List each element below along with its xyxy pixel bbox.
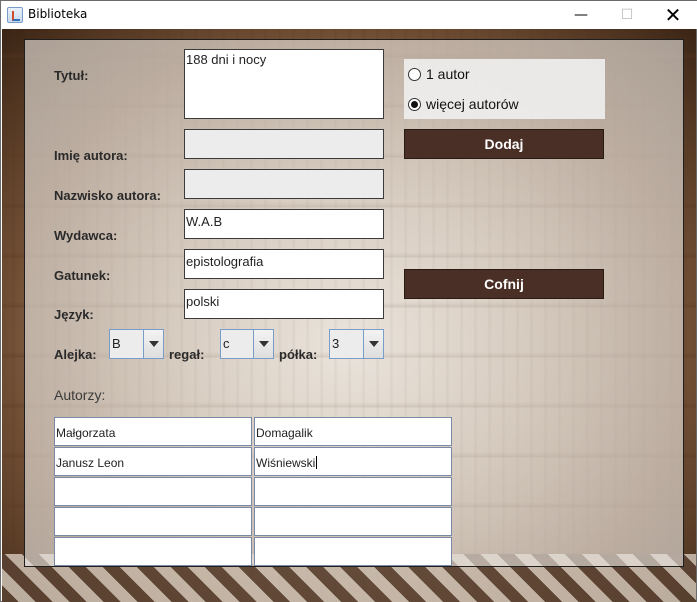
author-last-name-cell-editing[interactable]: Wiśniewski: [254, 447, 452, 476]
radio-one-author[interactable]: 1 autor: [408, 63, 470, 85]
shelf-combo[interactable]: 3: [329, 329, 384, 359]
close-button[interactable]: ✕: [650, 1, 696, 29]
radio-one-author-label: 1 autor: [426, 66, 470, 82]
aisle-combo[interactable]: B: [109, 329, 164, 359]
java-app-icon: [7, 7, 23, 23]
chevron-down-icon[interactable]: [143, 330, 163, 358]
author-last-name-cell[interactable]: Domagalik: [254, 417, 452, 446]
shelf-value: 3: [332, 336, 340, 351]
author-last-name-cell[interactable]: [254, 537, 452, 566]
chevron-down-icon[interactable]: [253, 330, 273, 358]
author-last-name-cell[interactable]: [254, 477, 452, 506]
window-title: Biblioteka: [28, 7, 88, 21]
author-first-name-cell[interactable]: [54, 477, 252, 506]
author-first-name-cell[interactable]: [54, 507, 252, 536]
authors-mode-group: 1 autor więcej autorów: [404, 59, 605, 119]
library-background: Tytuł: 188 dni i nocy Imię autora: Nazwi…: [2, 29, 696, 602]
radio-one-author-indicator[interactable]: [408, 67, 421, 81]
radio-many-authors[interactable]: więcej autorów: [408, 93, 519, 115]
authors-label: Autorzy:: [54, 387, 106, 403]
last-name-field[interactable]: [184, 169, 384, 199]
minimize-button[interactable]: —: [558, 1, 604, 29]
publisher-field[interactable]: W.A.B: [184, 209, 384, 239]
shelf-unit-value: c: [223, 336, 230, 351]
publisher-label: Wydawca:: [54, 228, 118, 243]
genre-label: Gatunek:: [54, 268, 111, 283]
aisle-value: B: [112, 336, 121, 351]
text-caret: [316, 456, 318, 469]
title-textarea[interactable]: 188 dni i nocy: [184, 49, 384, 119]
radio-many-authors-indicator[interactable]: [408, 97, 421, 111]
author-first-name-cell[interactable]: Małgorzata: [54, 417, 252, 446]
maximize-button[interactable]: ☐: [604, 1, 650, 29]
shelf-unit-label: regał:: [169, 347, 205, 362]
add-button[interactable]: Dodaj: [404, 129, 604, 159]
author-last-name-cell[interactable]: [254, 507, 452, 536]
radio-many-authors-label: więcej autorów: [426, 96, 519, 112]
first-name-field[interactable]: [184, 129, 384, 159]
first-name-label: Imię autora:: [54, 148, 128, 163]
app-window: Biblioteka — ☐ ✕ Tytuł: 188 dni i nocy I…: [0, 0, 697, 602]
language-field[interactable]: polski: [184, 289, 384, 319]
author-first-name-cell[interactable]: Janusz Leon: [54, 447, 252, 476]
language-label: Język:: [54, 307, 94, 322]
genre-field[interactable]: epistolografia: [184, 249, 384, 279]
shelf-unit-combo[interactable]: c: [220, 329, 274, 359]
title-bar[interactable]: Biblioteka — ☐ ✕: [1, 1, 697, 29]
chevron-down-icon[interactable]: [363, 330, 383, 358]
author-last-name-text: Wiśniewski: [256, 456, 316, 470]
title-label: Tytuł:: [54, 68, 89, 83]
back-button[interactable]: Cofnij: [404, 269, 604, 299]
author-first-name-cell[interactable]: [54, 537, 252, 566]
form-panel: Tytuł: 188 dni i nocy Imię autora: Nazwi…: [24, 39, 684, 567]
shelf-label: półka:: [279, 347, 318, 362]
aisle-label: Alejka:: [54, 347, 97, 362]
last-name-label: Nazwisko autora:: [54, 188, 161, 203]
